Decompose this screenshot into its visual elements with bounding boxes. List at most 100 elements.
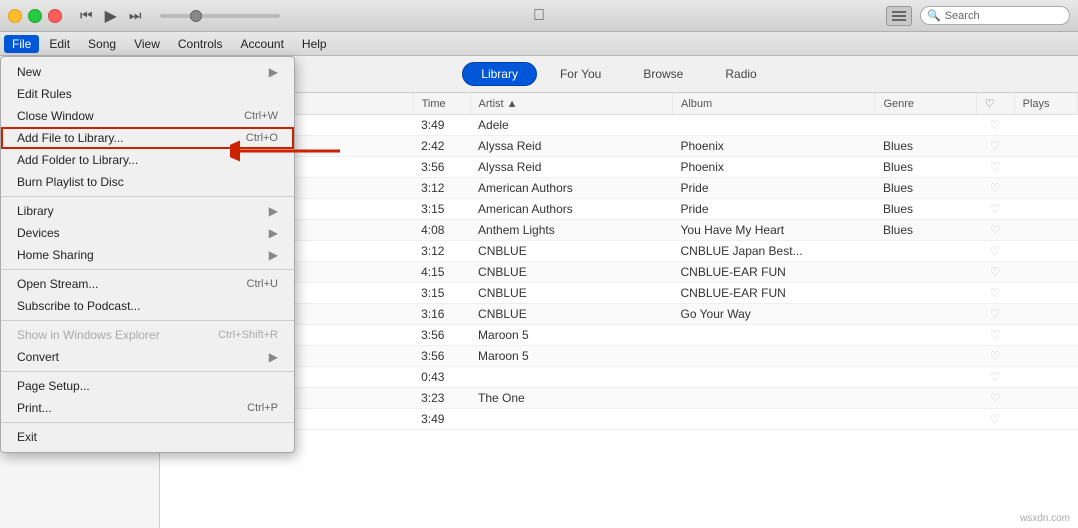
- devices-submenu-arrow-icon: ▶: [269, 226, 278, 240]
- menu-item-page-setup[interactable]: Page Setup...: [1, 375, 294, 397]
- apple-logo-area: : [533, 7, 545, 25]
- menu-item-library[interactable]: Library ▶: [1, 200, 294, 222]
- cell-album: CNBLUE Japan Best...: [673, 241, 875, 262]
- menu-item-devices[interactable]: Devices ▶: [1, 222, 294, 244]
- cell-genre: [875, 115, 976, 136]
- convert-submenu-arrow-icon: ▶: [269, 350, 278, 364]
- cell-album: Go Your Way: [673, 304, 875, 325]
- menu-item-close-window[interactable]: Close Window Ctrl+W: [1, 105, 294, 127]
- cell-genre: Blues: [875, 157, 976, 178]
- minimize-button[interactable]: [8, 9, 22, 23]
- cell-album: [673, 115, 875, 136]
- cell-album: Pride: [673, 199, 875, 220]
- cell-plays: [1014, 304, 1077, 325]
- progress-bar[interactable]: [160, 14, 280, 18]
- menu-item-open-stream[interactable]: Open Stream... Ctrl+U: [1, 273, 294, 295]
- menu-help[interactable]: Help: [294, 35, 335, 53]
- menu-item-open-stream-label: Open Stream...: [17, 277, 98, 291]
- col-genre[interactable]: Genre: [875, 93, 976, 115]
- col-heart[interactable]: ♡: [976, 93, 1014, 115]
- cell-plays: [1014, 241, 1077, 262]
- menu-controls[interactable]: Controls: [170, 35, 231, 53]
- window-controls: [8, 9, 62, 23]
- cell-plays: [1014, 388, 1077, 409]
- menu-item-show-explorer: Show in Windows Explorer Ctrl+Shift+R: [1, 324, 294, 346]
- menu-item-subscribe-podcast[interactable]: Subscribe to Podcast...: [1, 295, 294, 317]
- tab-for-you[interactable]: For You: [541, 62, 620, 86]
- back-button[interactable]: ⏮: [76, 7, 97, 24]
- cell-plays: [1014, 157, 1077, 178]
- table-row[interactable]: Instrumental) 3:16 CNBLUE Go Your Way ♡: [160, 304, 1078, 325]
- table-row[interactable]: 3:15 CNBLUE CNBLUE-EAR FUN ♡: [160, 283, 1078, 304]
- cell-album: CNBLUE-EAR FUN: [673, 283, 875, 304]
- cell-album: [673, 409, 875, 430]
- menu-item-edit-rules-label: Edit Rules: [17, 87, 72, 101]
- content-area: Library For You Browse Radio Time Artist…: [160, 56, 1078, 528]
- menu-item-burn-playlist[interactable]: Burn Playlist to Disc: [1, 171, 294, 193]
- separator-3: [1, 320, 294, 321]
- menu-item-edit-rules[interactable]: Edit Rules: [1, 83, 294, 105]
- cell-artist: CNBLUE: [470, 262, 672, 283]
- table-row[interactable]: 3:12 American Authors Pride Blues ♡: [160, 178, 1078, 199]
- menu-item-print[interactable]: Print... Ctrl+P: [1, 397, 294, 419]
- cell-artist: Maroon 5: [470, 346, 672, 367]
- menu-item-exit[interactable]: Exit: [1, 426, 294, 448]
- cell-heart: ♡: [976, 220, 1014, 241]
- table-row[interactable]: Heart 4:08 Anthem Lights You Have My Hea…: [160, 220, 1078, 241]
- titlebar: ⏮ ▶ ⏭  🔍: [0, 0, 1078, 32]
- maximize-button[interactable]: [28, 9, 42, 23]
- cell-genre: Blues: [875, 178, 976, 199]
- menu-item-new[interactable]: New ▶: [1, 61, 294, 83]
- menu-edit[interactable]: Edit: [41, 35, 78, 53]
- play-button[interactable]: ▶: [101, 6, 121, 26]
- menu-file[interactable]: File: [4, 35, 39, 53]
- search-box[interactable]: 🔍: [920, 6, 1070, 25]
- close-button[interactable]: [48, 9, 62, 23]
- table-row[interactable]: 3:15 American Authors Pride Blues ♡: [160, 199, 1078, 220]
- tab-browse[interactable]: Browse: [624, 62, 702, 86]
- col-album[interactable]: Album: [673, 93, 875, 115]
- menu-item-exit-label: Exit: [17, 430, 37, 444]
- cell-genre: [875, 304, 976, 325]
- table-row[interactable]: 0b80f2f776f119c0b9... 0:43 ♡: [160, 367, 1078, 388]
- forward-button[interactable]: ⏭: [125, 7, 146, 24]
- cell-time: 3:23: [413, 388, 470, 409]
- menu-item-show-explorer-label: Show in Windows Explorer: [17, 328, 160, 342]
- menu-song[interactable]: Song: [80, 35, 124, 53]
- cell-genre: [875, 388, 976, 409]
- table-row[interactable]: a Merry Christmas 3:56 Maroon 5 ♡: [160, 346, 1078, 367]
- menu-item-close-window-label: Close Window: [17, 109, 94, 123]
- separator-1: [1, 196, 294, 197]
- tab-radio[interactable]: Radio: [706, 62, 775, 86]
- col-artist[interactable]: Artist ▲: [470, 93, 672, 115]
- cell-time: 3:56: [413, 346, 470, 367]
- cell-time: 0:43: [413, 367, 470, 388]
- table-row[interactable]: Rolling In The Deep 3:49 Adele ♡: [160, 115, 1078, 136]
- cell-album: [673, 325, 875, 346]
- table-row[interactable]: me 3:12 CNBLUE CNBLUE Japan Best... ♡: [160, 241, 1078, 262]
- submenu-arrow-icon: ▶: [269, 65, 278, 79]
- cell-heart: ♡: [976, 409, 1014, 430]
- table-row[interactable]: 4:15 CNBLUE CNBLUE-EAR FUN ♡: [160, 262, 1078, 283]
- list-view-button[interactable]: [886, 6, 912, 26]
- search-input[interactable]: [945, 10, 1065, 22]
- col-time[interactable]: Time: [413, 93, 470, 115]
- menu-item-home-sharing[interactable]: Home Sharing ▶: [1, 244, 294, 266]
- cell-genre: Blues: [875, 136, 976, 157]
- table-row[interactable]: mas 3:56 Maroon 5 ♡: [160, 325, 1078, 346]
- open-stream-shortcut: Ctrl+U: [247, 278, 278, 290]
- tab-library[interactable]: Library: [462, 62, 537, 86]
- menu-item-print-label: Print...: [17, 401, 52, 415]
- menu-account[interactable]: Account: [233, 35, 292, 53]
- cell-artist: Alyssa Reid: [470, 157, 672, 178]
- menu-item-convert[interactable]: Convert ▶: [1, 346, 294, 368]
- cell-plays: [1014, 178, 1077, 199]
- cell-artist: The One: [470, 388, 672, 409]
- cell-plays: [1014, 409, 1077, 430]
- menu-view[interactable]: View: [126, 35, 168, 53]
- table-row[interactable]: &Daft Punk-Starboy 3:49 ♡: [160, 409, 1078, 430]
- cell-time: 2:42: [413, 136, 470, 157]
- col-plays[interactable]: Plays: [1014, 93, 1077, 115]
- table-row[interactable]: 3:23 The One ♡: [160, 388, 1078, 409]
- menu-item-library-label: Library: [17, 204, 54, 218]
